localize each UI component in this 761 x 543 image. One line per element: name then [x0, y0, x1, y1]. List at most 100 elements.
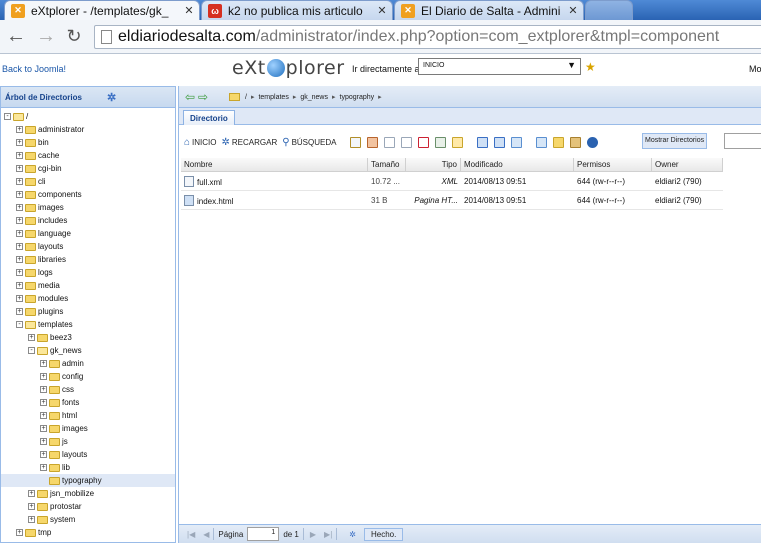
tree-item[interactable]: + css	[1, 383, 175, 396]
tree-item[interactable]: typography	[1, 474, 175, 487]
browser-tab-diario[interactable]: ✕ El Diario de Salta - Admini ✕	[394, 0, 584, 20]
extract-icon[interactable]	[553, 136, 565, 148]
column-header-owner[interactable]: Owner	[652, 158, 723, 171]
address-bar[interactable]: eldiariodesalta.com/administrator/index.…	[94, 25, 761, 49]
expand-icon[interactable]: +	[28, 516, 35, 523]
help-icon[interactable]	[587, 136, 599, 148]
back-arrow-icon[interactable]: ←	[6, 26, 26, 47]
expand-icon[interactable]: +	[40, 386, 47, 393]
upload-icon[interactable]	[536, 136, 548, 148]
expand-icon[interactable]: +	[16, 165, 23, 172]
tree-item[interactable]: + config	[1, 370, 175, 383]
tree-item[interactable]: + cache	[1, 149, 175, 162]
collapse-icon[interactable]: -	[16, 321, 23, 328]
tree-item[interactable]: + tmp	[1, 526, 175, 539]
tree-item[interactable]: - gk_news	[1, 344, 175, 357]
tree-item[interactable]: + language	[1, 227, 175, 240]
expand-icon[interactable]: +	[16, 230, 23, 237]
close-tab-icon[interactable]: ✕	[376, 4, 388, 17]
tree-item[interactable]: + cli	[1, 175, 175, 188]
column-header-size[interactable]: Tamaño	[368, 158, 406, 171]
bookmark-star-icon[interactable]: ★	[585, 60, 596, 74]
expand-icon[interactable]: +	[16, 126, 23, 133]
tree-item[interactable]: + html	[1, 409, 175, 422]
reload-icon[interactable]: ↻	[64, 27, 84, 47]
column-header-type[interactable]: Tipo	[406, 158, 461, 171]
tree-item[interactable]: + jsn_mobilize	[1, 487, 175, 500]
expand-icon[interactable]: +	[28, 490, 35, 497]
tree-item[interactable]: + bin	[1, 136, 175, 149]
browser-tab-k2[interactable]: ω k2 no publica mis articulo ✕	[201, 0, 393, 20]
home-button[interactable]: ⌂ INICIO	[184, 137, 217, 148]
expand-icon[interactable]: +	[16, 139, 23, 146]
expand-icon[interactable]: +	[16, 269, 23, 276]
prev-page-icon[interactable]: ◀	[203, 530, 209, 539]
first-page-icon[interactable]: |◀	[187, 530, 195, 539]
breadcrumb-root[interactable]: /	[245, 94, 247, 101]
tree-item[interactable]: + lib	[1, 461, 175, 474]
show-directories-button[interactable]: Mostrar Directorios	[642, 133, 708, 149]
expand-icon[interactable]: +	[28, 334, 35, 341]
breadcrumb-templates[interactable]: templates	[258, 94, 288, 101]
browser-tab-extplorer[interactable]: ✕ eXtplorer - /templates/gk_ ✕	[4, 0, 200, 20]
expand-icon[interactable]: +	[16, 191, 23, 198]
expand-icon[interactable]: +	[16, 243, 23, 250]
collapse-icon[interactable]: -	[28, 347, 35, 354]
refresh-icon[interactable]: ✲	[349, 530, 356, 539]
expand-icon[interactable]: +	[16, 308, 23, 315]
history-arrows-icon[interactable]: ⇦⇨	[185, 90, 211, 104]
delete-icon[interactable]	[418, 136, 430, 148]
next-page-icon[interactable]: ▶	[310, 530, 316, 539]
tree-item[interactable]: + logs	[1, 266, 175, 279]
tree-item[interactable]: + system	[1, 513, 175, 526]
column-header-modified[interactable]: Modificado	[461, 158, 574, 171]
expand-icon[interactable]: +	[40, 373, 47, 380]
search-button[interactable]: ⚲ BÚSQUEDA	[282, 137, 336, 148]
table-row[interactable]: full.xml 10.72 ... XML 2014/08/13 09:51 …	[181, 172, 723, 191]
chmod-icon[interactable]	[452, 136, 464, 148]
edit-icon[interactable]	[367, 136, 379, 148]
breadcrumb-typography[interactable]: typography	[340, 94, 375, 101]
tab-directorio[interactable]: Directorio	[183, 110, 235, 125]
tree-item[interactable]: + images	[1, 201, 175, 214]
filter-input[interactable]	[724, 133, 761, 149]
move-icon[interactable]	[401, 136, 413, 148]
tree-item[interactable]: + beez3	[1, 331, 175, 344]
collapse-icon[interactable]: -	[4, 113, 11, 120]
tree-item[interactable]: + administrator	[1, 123, 175, 136]
table-row[interactable]: index.html 31 B Pagina HT... 2014/08/13 …	[181, 191, 723, 210]
tree-item[interactable]: + libraries	[1, 253, 175, 266]
column-header-permissions[interactable]: Permisos	[574, 158, 652, 171]
column-header-name[interactable]: Nombre	[181, 158, 368, 171]
expand-icon[interactable]: +	[16, 282, 23, 289]
refresh-tree-icon[interactable]: ✲	[107, 91, 116, 104]
tree-item[interactable]: + includes	[1, 214, 175, 227]
close-tab-icon[interactable]: ✕	[183, 4, 195, 17]
tree-item[interactable]: + layouts	[1, 240, 175, 253]
expand-icon[interactable]: +	[16, 295, 23, 302]
tree-item[interactable]: - /	[1, 110, 175, 123]
tree-item[interactable]: + fonts	[1, 396, 175, 409]
download-icon[interactable]	[511, 136, 523, 148]
tree-item[interactable]: + layouts	[1, 448, 175, 461]
expand-icon[interactable]: +	[40, 412, 47, 419]
tree-item[interactable]: + modules	[1, 292, 175, 305]
close-tab-icon[interactable]: ✕	[567, 4, 579, 17]
new-tab-button[interactable]	[585, 0, 633, 20]
expand-icon[interactable]: +	[40, 464, 47, 471]
tree-item[interactable]: + components	[1, 188, 175, 201]
back-to-joomla-link[interactable]: Back to Joomla!	[2, 64, 66, 74]
tree-item[interactable]: + js	[1, 435, 175, 448]
expand-icon[interactable]: +	[40, 360, 47, 367]
copy-icon[interactable]	[384, 136, 396, 148]
tree-item[interactable]: + cgi-bin	[1, 162, 175, 175]
breadcrumb-gk-news[interactable]: gk_news	[300, 94, 328, 101]
expand-icon[interactable]: +	[16, 217, 23, 224]
reload-button[interactable]: ✲ RECARGAR	[222, 137, 278, 148]
tree-item[interactable]: + media	[1, 279, 175, 292]
rename-icon[interactable]	[435, 136, 447, 148]
expand-icon[interactable]: +	[16, 178, 23, 185]
expand-icon[interactable]: +	[16, 152, 23, 159]
tree-item[interactable]: - templates	[1, 318, 175, 331]
tree-item[interactable]: + images	[1, 422, 175, 435]
